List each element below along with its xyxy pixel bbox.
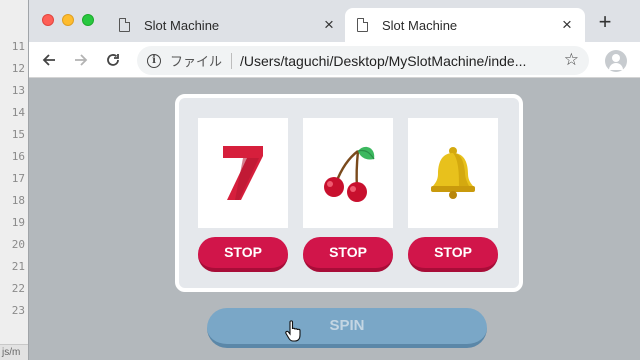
slot-machine: STOP STOP STOP	[175, 94, 523, 292]
line-number: 22	[11, 282, 25, 295]
close-window-button[interactable]	[42, 14, 54, 26]
arrow-left-icon[interactable]	[37, 48, 61, 72]
cherry-icon	[324, 146, 375, 202]
browser-window: Slot Machine × Slot Machine × + i ファイル /…	[28, 0, 640, 360]
url-text[interactable]: /Users/taguchi/Desktop/MySlotMachine/ind…	[240, 53, 589, 69]
divider	[231, 52, 233, 69]
tab-slot-machine-1[interactable]: Slot Machine ×	[107, 8, 347, 42]
tab-strip: Slot Machine × Slot Machine × +	[29, 0, 640, 42]
hand-cursor-icon	[285, 320, 301, 342]
line-number: 12	[11, 62, 25, 75]
minimize-window-button[interactable]	[62, 14, 74, 26]
info-icon[interactable]: i	[147, 53, 161, 68]
reel-1: STOP	[198, 118, 288, 272]
document-icon	[357, 18, 368, 32]
scheme-label: ファイル	[170, 54, 223, 69]
reel-panel	[303, 118, 393, 228]
close-tab-icon[interactable]: ×	[559, 16, 575, 33]
line-number: 15	[11, 128, 25, 141]
line-number: 14	[11, 106, 25, 119]
new-tab-button[interactable]: +	[595, 11, 615, 33]
reel-2: STOP	[303, 118, 393, 272]
line-number: 17	[11, 172, 25, 185]
browser-toolbar: i ファイル /Users/taguchi/Desktop/MySlotMach…	[29, 42, 640, 78]
reel-panel	[198, 118, 288, 228]
document-icon	[119, 18, 130, 32]
profile-icon[interactable]	[605, 50, 627, 72]
zoom-window-button[interactable]	[82, 14, 94, 26]
tab-slot-machine-2[interactable]: Slot Machine ×	[345, 8, 585, 42]
stop-button-3[interactable]: STOP	[408, 237, 498, 272]
line-number: 21	[11, 260, 25, 273]
spin-button[interactable]: SPIN	[207, 308, 487, 348]
line-number: 16	[11, 150, 25, 163]
line-number: 18	[11, 194, 25, 207]
line-number: 13	[11, 84, 25, 97]
reload-icon[interactable]	[101, 48, 125, 72]
line-number: 20	[11, 238, 25, 251]
line-number: 11	[11, 40, 25, 53]
address-bar[interactable]: i ファイル /Users/taguchi/Desktop/MySlotMach…	[137, 46, 589, 75]
tab-title: Slot Machine	[382, 17, 458, 33]
seven-icon	[223, 146, 263, 200]
star-icon[interactable]: ☆	[564, 51, 579, 69]
tab-title: Slot Machine	[144, 17, 220, 33]
reel-3: STOP	[408, 118, 498, 272]
arrow-right-icon[interactable]	[69, 48, 93, 72]
bell-icon	[431, 147, 475, 199]
stop-button-2[interactable]: STOP	[303, 237, 393, 272]
page-viewport: STOP STOP STOP SPIN	[29, 78, 640, 360]
reel-panel	[408, 118, 498, 228]
line-number: 23	[11, 304, 25, 317]
close-tab-icon[interactable]: ×	[321, 16, 337, 33]
line-number: 19	[11, 216, 25, 229]
stop-button-1[interactable]: STOP	[198, 237, 288, 272]
